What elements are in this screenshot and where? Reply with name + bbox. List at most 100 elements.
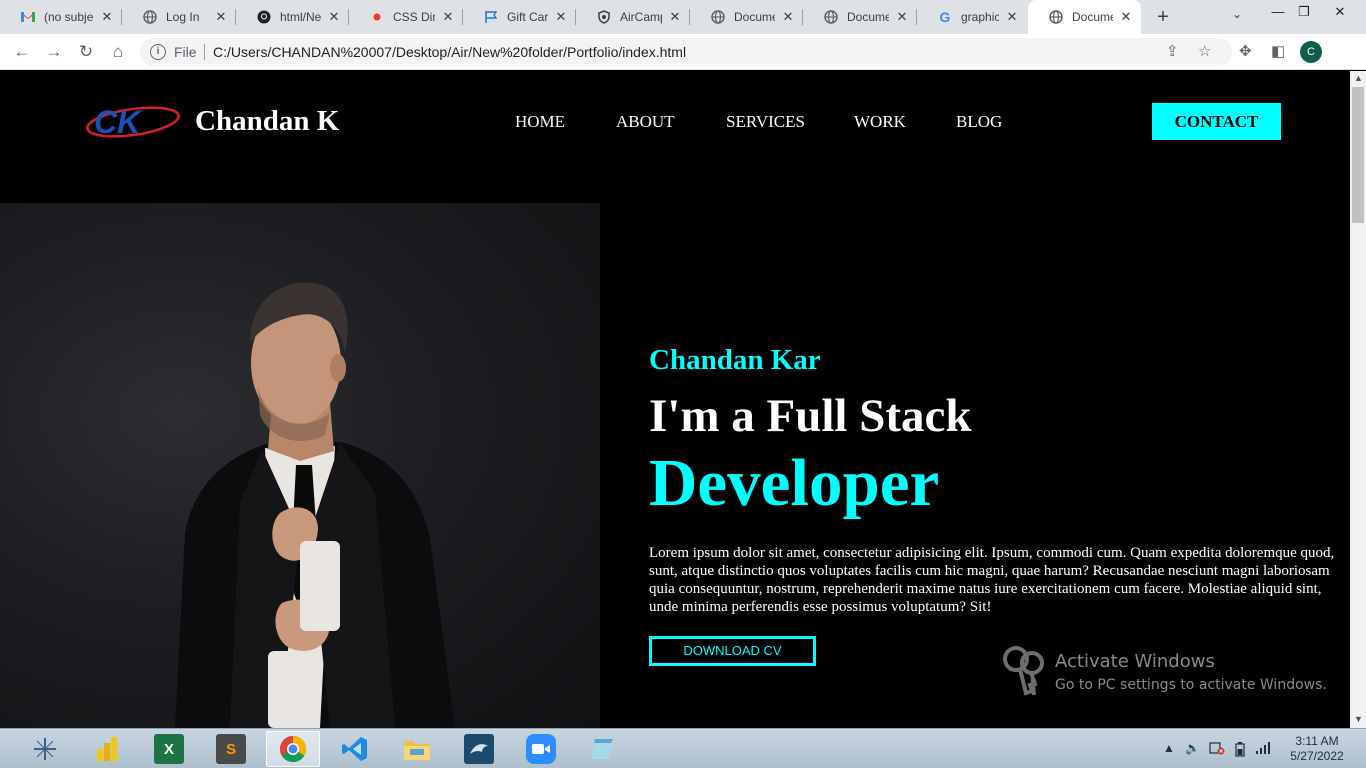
nav-home[interactable]: HOME	[515, 112, 565, 132]
reload-icon[interactable]: ↻	[74, 40, 98, 64]
tab-gift-card[interactable]: Gift Card ✕	[463, 0, 576, 34]
logo-text: CK	[94, 104, 143, 140]
tab-document-2[interactable]: Documen ✕	[803, 0, 917, 34]
side-panel-icon[interactable]: ◧	[1271, 42, 1285, 60]
tab-css-diner[interactable]: CSS Dine ✕	[349, 0, 463, 34]
home-icon[interactable]: ⌂	[106, 40, 130, 64]
share-icon[interactable]: ⇪	[1166, 42, 1179, 60]
tableau-icon[interactable]	[18, 731, 72, 767]
key-icon	[1003, 646, 1044, 696]
system-clock[interactable]: 3:11 AM 5/27/2022	[1282, 734, 1352, 764]
close-icon[interactable]: ✕	[441, 9, 455, 25]
battery-icon[interactable]	[1233, 741, 1247, 760]
forward-arrow-icon[interactable]: →	[42, 40, 66, 64]
tab-aircamp[interactable]: AirCamp ✕	[576, 0, 690, 34]
nav-services[interactable]: SERVICES	[726, 112, 805, 132]
flag-icon	[483, 9, 499, 25]
tab-title: (no subje	[44, 10, 94, 24]
tab-google[interactable]: G graphic c ✕	[917, 0, 1027, 34]
hero-title: I'm a Full Stack	[649, 390, 972, 442]
scroll-down-arrow-icon[interactable]: ▼	[1354, 714, 1363, 724]
tab-document-1[interactable]: Documen ✕	[690, 0, 803, 34]
portfolio-page: CK Chandan K HOME ABOUT SERVICES WORK BL…	[0, 71, 1350, 728]
clock-date: 5/27/2022	[1290, 749, 1344, 763]
restore-icon[interactable]: ❐	[1294, 4, 1314, 20]
tab-github[interactable]: html/Ne ✕	[236, 0, 349, 34]
tab-title: CSS Dine	[393, 10, 435, 24]
scroll-up-arrow-icon[interactable]: ▲	[1354, 73, 1363, 83]
shield-icon	[596, 9, 612, 25]
speaker-icon[interactable]: 🔈	[1185, 741, 1200, 755]
hero-role: Developer	[649, 446, 940, 520]
info-icon[interactable]: i	[150, 44, 166, 60]
tab-title: Documen	[847, 10, 889, 24]
new-tab-button[interactable]: +	[1152, 6, 1174, 28]
google-icon: G	[939, 9, 951, 25]
nav-about[interactable]: ABOUT	[616, 112, 675, 132]
signal-strength-icon[interactable]	[1255, 741, 1271, 758]
scrollbar-thumb[interactable]	[1352, 87, 1364, 223]
address-bar[interactable]: i File C:/Users/CHANDAN%20007/Desktop/Ai…	[140, 38, 1232, 66]
page-scrollbar[interactable]: ▲ ▼	[1350, 71, 1366, 728]
hero-portrait-image	[0, 203, 600, 728]
close-icon[interactable]: ✕	[781, 9, 795, 25]
minimize-icon[interactable]: —	[1268, 4, 1288, 19]
tab-title: AirCamp	[620, 10, 662, 24]
zoom-icon[interactable]	[514, 731, 568, 767]
url-text[interactable]: C:/Users/CHANDAN%20007/Desktop/Air/New%2…	[213, 44, 686, 60]
contact-button[interactable]: CONTACT	[1152, 103, 1281, 140]
tab-title: html/Ne	[280, 10, 321, 24]
excel-icon[interactable]: X	[142, 731, 196, 767]
tab-strip: (no subje ✕ Log In ✕ html/Ne ✕ CSS Dine …	[0, 0, 1366, 34]
extensions-puzzle-icon[interactable]: ✥	[1239, 42, 1252, 60]
download-cv-button[interactable]: DOWNLOAD CV	[649, 636, 816, 666]
gmail-icon	[20, 9, 36, 25]
tab-title: Gift Card	[507, 10, 548, 24]
close-icon[interactable]: ✕	[214, 9, 228, 25]
tab-title: graphic c	[961, 10, 999, 24]
hero-description: Lorem ipsum dolor sit amet, consectetur …	[649, 545, 1335, 615]
tab-title: Documen	[734, 10, 775, 24]
close-icon[interactable]: ✕	[100, 9, 114, 25]
chrome-icon[interactable]	[266, 731, 320, 767]
close-icon[interactable]: ✕	[554, 9, 568, 25]
show-hidden-icons-icon[interactable]: ▲	[1163, 741, 1175, 755]
file-scheme-label: File	[174, 44, 197, 60]
github-icon	[256, 9, 272, 25]
nav-work[interactable]: WORK	[854, 112, 906, 132]
network-disconnected-icon[interactable]	[1209, 741, 1225, 758]
tab-title: Log In	[166, 10, 200, 24]
close-icon[interactable]: ✕	[668, 9, 682, 25]
tab-login[interactable]: Log In ✕	[122, 0, 236, 34]
sublime-text-icon[interactable]: S	[204, 731, 258, 767]
bookmark-star-icon[interactable]: ☆	[1198, 42, 1211, 60]
tab-document-active[interactable]: Documen ✕	[1028, 0, 1141, 34]
close-icon[interactable]: ✕	[895, 9, 909, 25]
globe-icon	[1048, 9, 1064, 25]
power-bi-icon[interactable]	[80, 731, 134, 767]
close-icon[interactable]: ✕	[1119, 9, 1133, 25]
brand-name[interactable]: Chandan K	[195, 105, 339, 138]
close-icon[interactable]: ✕	[327, 9, 341, 25]
globe-icon	[710, 9, 726, 25]
tab-gmail[interactable]: (no subje ✕	[0, 0, 122, 34]
tab-search-chevron-icon[interactable]: ⌄	[1232, 7, 1242, 21]
globe-icon	[823, 9, 839, 25]
clock-time: 3:11 AM	[1295, 734, 1339, 748]
vscode-icon[interactable]	[328, 731, 382, 767]
activate-windows-message: Go to PC settings to activate Windows.	[1055, 677, 1327, 693]
notepad-icon[interactable]	[576, 731, 630, 767]
nav-blog[interactable]: BLOG	[956, 112, 1002, 132]
file-explorer-icon[interactable]	[390, 731, 444, 767]
ck-logo-icon[interactable]: CK	[84, 101, 182, 143]
profile-avatar[interactable]: C	[1300, 41, 1322, 63]
browser-toolbar: ← → ↻ ⌂ i File C:/Users/CHANDAN%20007/De…	[0, 34, 1366, 70]
mysql-workbench-icon[interactable]	[452, 731, 506, 767]
globe-icon	[142, 9, 158, 25]
back-arrow-icon[interactable]: ←	[10, 40, 34, 64]
record-icon	[369, 9, 385, 25]
hero-subtitle: Chandan Kar	[649, 344, 821, 376]
close-icon[interactable]: ✕	[1005, 9, 1019, 25]
windows-taskbar: X S ▲ 🔈 3:11 AM 5/27/2022	[0, 728, 1366, 768]
window-close-icon[interactable]: ✕	[1330, 4, 1350, 20]
